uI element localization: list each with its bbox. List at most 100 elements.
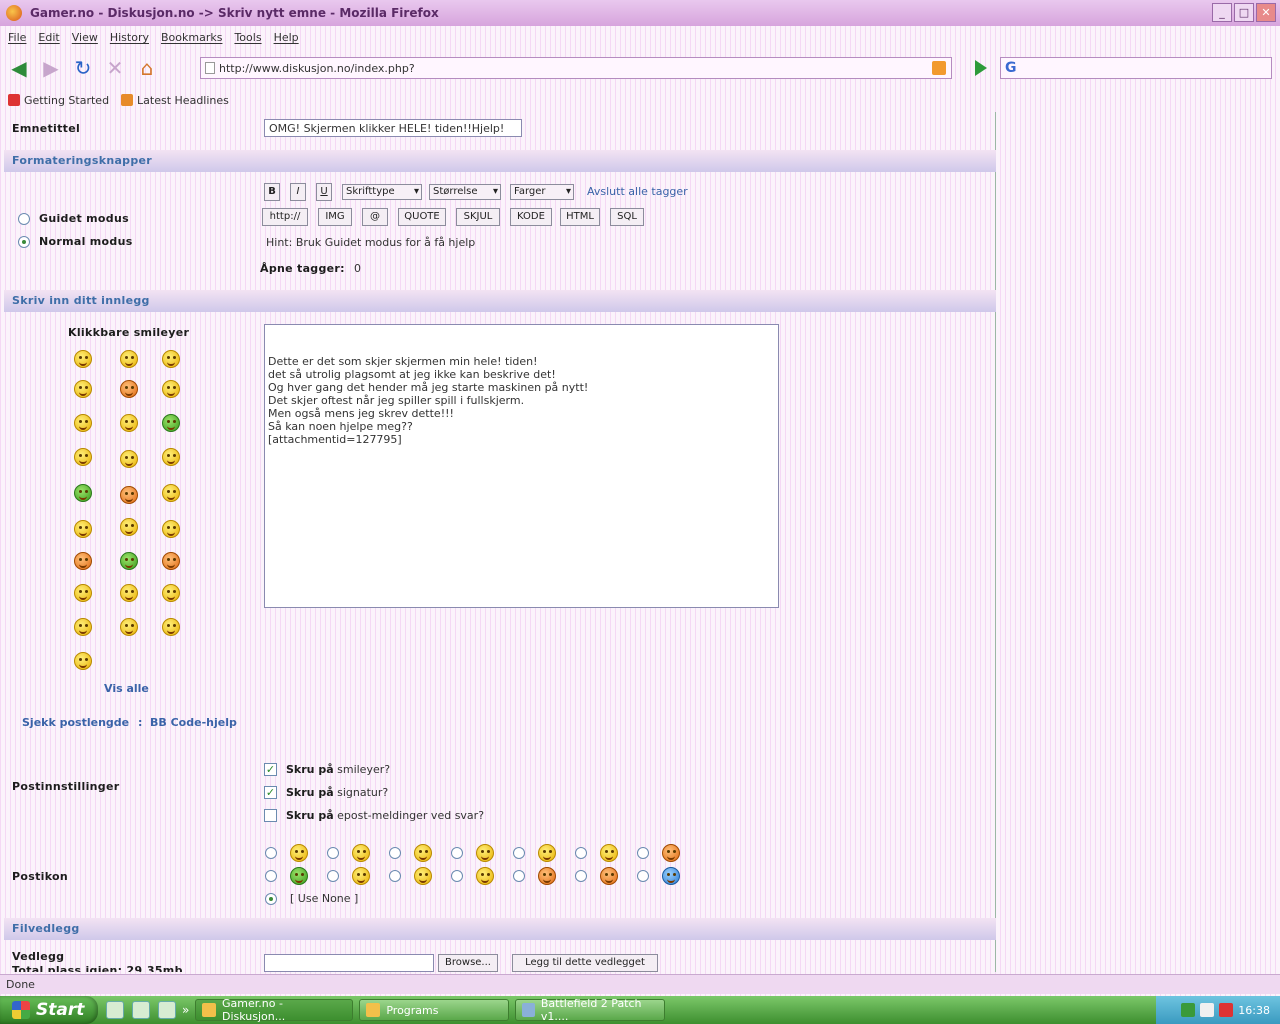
check-length-link[interactable]: Sjekk postlengde xyxy=(22,716,129,729)
attachment-file-input[interactable] xyxy=(264,954,434,972)
minimize-button[interactable]: _ xyxy=(1212,3,1232,22)
menu-bookmarks[interactable]: Bookmarks xyxy=(157,28,230,48)
url-bar[interactable]: http://www.diskusjon.no/index.php? xyxy=(200,57,952,79)
smiley-icon[interactable] xyxy=(120,414,138,432)
post-icon-radio[interactable] xyxy=(389,870,401,882)
enable-smileys-checkbox[interactable]: ✓ xyxy=(264,763,277,776)
tag-hide-button[interactable]: SKJUL xyxy=(456,208,500,226)
smiley-icon[interactable] xyxy=(74,414,92,432)
smiley-icon[interactable] xyxy=(74,618,92,636)
browse-button[interactable]: Browse... xyxy=(438,954,498,972)
back-icon[interactable]: ◀ xyxy=(6,55,32,81)
smiley-icon[interactable] xyxy=(162,584,180,602)
smiley-icon[interactable] xyxy=(162,448,180,466)
smiley-icon[interactable] xyxy=(120,518,138,536)
task-battlefield-patch[interactable]: Battlefield 2 Patch v1.... xyxy=(515,997,666,1023)
smiley-icon[interactable] xyxy=(74,448,92,466)
post-icon-radio[interactable] xyxy=(513,847,525,859)
post-icon-radio[interactable] xyxy=(451,870,463,882)
add-attachment-button[interactable]: Legg til dette vedlegget xyxy=(512,954,658,972)
maximize-button[interactable]: □ xyxy=(1234,3,1254,22)
smiley-icon[interactable] xyxy=(162,520,180,538)
tag-img-button[interactable]: IMG xyxy=(318,208,352,226)
tag-email-button[interactable]: @ xyxy=(362,208,388,226)
reload-icon[interactable]: ↻ xyxy=(70,55,96,81)
smiley-icon[interactable] xyxy=(74,552,92,570)
security-icon[interactable] xyxy=(1219,1003,1234,1017)
forward-icon[interactable]: ▶ xyxy=(38,55,64,81)
smiley-icon[interactable] xyxy=(162,380,180,398)
post-icon-radio[interactable] xyxy=(265,847,277,859)
post-icon-radio[interactable] xyxy=(451,847,463,859)
color-select[interactable]: Farger xyxy=(510,184,574,200)
bbcode-help-link[interactable]: BB Code-hjelp xyxy=(150,716,237,729)
rss-icon[interactable] xyxy=(932,61,946,75)
smiley-icon[interactable] xyxy=(74,652,92,670)
search-input[interactable]: G xyxy=(1000,57,1272,79)
stop-icon[interactable]: ✕ xyxy=(102,55,128,81)
post-icon-radio[interactable] xyxy=(575,870,587,882)
media-icon[interactable] xyxy=(1181,1003,1196,1017)
post-icon-radio[interactable] xyxy=(389,847,401,859)
smiley-icon[interactable] xyxy=(74,520,92,538)
menu-view[interactable]: View xyxy=(68,28,106,48)
start-button[interactable]: Start xyxy=(0,996,98,1024)
post-icon-radio[interactable] xyxy=(327,870,339,882)
tag-quote-button[interactable]: QUOTE xyxy=(398,208,446,226)
italic-button[interactable]: I xyxy=(290,183,306,201)
smiley-icon[interactable] xyxy=(162,484,180,502)
quicklaunch-ie-icon[interactable] xyxy=(106,1001,124,1019)
enable-signature-checkbox[interactable]: ✓ xyxy=(264,786,277,799)
smiley-icon[interactable] xyxy=(120,350,138,368)
smiley-icon[interactable] xyxy=(162,618,180,636)
tag-url-button[interactable]: http:// xyxy=(262,208,308,226)
smiley-icon[interactable] xyxy=(74,484,92,502)
menu-help[interactable]: Help xyxy=(270,28,307,48)
normal-mode-radio[interactable] xyxy=(18,236,30,248)
smiley-icon[interactable] xyxy=(74,350,92,368)
quicklaunch-app-icon[interactable] xyxy=(158,1001,176,1019)
smiley-icon[interactable] xyxy=(162,552,180,570)
smiley-icon[interactable] xyxy=(74,380,92,398)
close-button[interactable]: ✕ xyxy=(1256,3,1276,22)
size-select[interactable]: Størrelse xyxy=(429,184,501,200)
show-all-smileys-link[interactable]: Vis alle xyxy=(104,682,149,695)
home-icon[interactable]: ⌂ xyxy=(134,55,160,81)
go-icon[interactable] xyxy=(975,60,987,76)
menu-history[interactable]: History xyxy=(106,28,157,48)
quicklaunch-desktop-icon[interactable] xyxy=(132,1001,150,1019)
network-icon[interactable] xyxy=(1200,1003,1215,1017)
post-icon-radio[interactable] xyxy=(265,870,277,882)
post-icon-radio[interactable] xyxy=(327,847,339,859)
tag-sql-button[interactable]: SQL xyxy=(610,208,644,226)
smiley-icon[interactable] xyxy=(74,584,92,602)
bold-button[interactable]: B xyxy=(264,183,280,201)
task-firefox[interactable]: Gamer.no - Diskusjon... xyxy=(195,997,354,1023)
post-icon-none-radio[interactable] xyxy=(265,893,277,905)
post-icon-radio[interactable] xyxy=(575,847,587,859)
smiley-icon[interactable] xyxy=(162,350,180,368)
menu-file[interactable]: File xyxy=(4,28,34,48)
message-textarea[interactable]: Dette er det som skjer skjermen min hele… xyxy=(264,324,779,608)
close-all-tags-link[interactable]: Avslutt alle tagger xyxy=(587,185,688,198)
smiley-icon[interactable] xyxy=(120,584,138,602)
tag-code-button[interactable]: KODE xyxy=(510,208,552,226)
tag-html-button[interactable]: HTML xyxy=(560,208,600,226)
enable-email-checkbox[interactable] xyxy=(264,809,277,822)
smiley-icon[interactable] xyxy=(120,486,138,504)
smiley-icon[interactable] xyxy=(120,618,138,636)
post-icon-radio[interactable] xyxy=(637,847,649,859)
smiley-icon[interactable] xyxy=(162,414,180,432)
subject-input[interactable]: OMG! Skjermen klikker HELE! tiden!!Hjelp… xyxy=(264,119,522,137)
guided-mode-radio[interactable] xyxy=(18,213,30,225)
smiley-icon[interactable] xyxy=(120,380,138,398)
post-icon-radio[interactable] xyxy=(637,870,649,882)
bookmark-latest-headlines[interactable]: Latest Headlines xyxy=(121,94,229,107)
smiley-icon[interactable] xyxy=(120,450,138,468)
quicklaunch-more[interactable]: » xyxy=(182,1003,189,1017)
font-select[interactable]: Skrifttype xyxy=(342,184,422,200)
smiley-icon[interactable] xyxy=(120,552,138,570)
post-icon-radio[interactable] xyxy=(513,870,525,882)
underline-button[interactable]: U xyxy=(316,183,332,201)
menu-tools[interactable]: Tools xyxy=(230,28,269,48)
